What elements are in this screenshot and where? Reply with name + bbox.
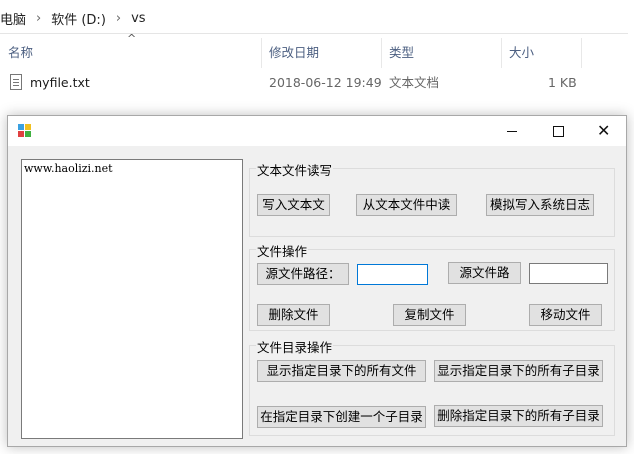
file-name: myfile.txt: [30, 75, 90, 90]
dest-path-button[interactable]: 源文件路: [448, 262, 521, 284]
file-size: 1 KB: [548, 75, 577, 90]
group-dir-ops: 文件目录操作 显示指定目录下的所有文件 显示指定目录下的所有子目录 在指定目录下…: [249, 337, 615, 436]
column-header-name[interactable]: 名称: [0, 38, 260, 68]
group-text-file: 文本文件读写 写入文本文 从文本文件中读 模拟写入系统日志: [249, 160, 615, 237]
breadcrumb-vs[interactable]: vs: [131, 11, 145, 26]
title-bar[interactable]: ✕: [8, 116, 626, 146]
create-subdir-button[interactable]: 在指定目录下创建一个子目录: [257, 406, 426, 428]
app-window: ✕ www.haolizi.net 文本文件读写 写入文本文 从文本文件中读 模…: [7, 115, 627, 447]
group-text-file-title: 文本文件读写: [256, 160, 334, 179]
minimize-icon: [507, 131, 517, 132]
app-icon: [18, 124, 31, 137]
dest-path-input[interactable]: [529, 263, 608, 284]
column-header-type[interactable]: 类型: [381, 38, 501, 68]
textbox-content: www.haolizi.net: [24, 162, 113, 175]
write-text-button[interactable]: 写入文本文: [257, 194, 330, 216]
maximize-button[interactable]: [535, 116, 581, 146]
read-text-button[interactable]: 从文本文件中读: [356, 194, 457, 216]
file-type: 文本文档: [389, 75, 440, 90]
close-button[interactable]: ✕: [581, 116, 627, 146]
breadcrumb-computer[interactable]: 电脑: [0, 9, 26, 28]
source-path-button[interactable]: 源文件路径：: [257, 263, 349, 285]
breadcrumb-drive-d[interactable]: 软件 (D:): [51, 9, 106, 28]
file-modified: 2018-06-12 19:49: [269, 75, 382, 90]
file-row[interactable]: myfile.txt 2018-06-12 19:49 文本文档 1 KB: [0, 70, 634, 96]
copy-file-button[interactable]: 复制文件: [393, 304, 466, 326]
column-header-size[interactable]: 大小: [501, 38, 581, 68]
column-header-modified[interactable]: 修改日期: [261, 38, 381, 68]
column-divider[interactable]: [581, 38, 582, 68]
delete-subdirs-button[interactable]: 删除指定目录下的所有子目录: [434, 405, 603, 427]
write-event-log-button[interactable]: 模拟写入系统日志: [486, 194, 594, 216]
group-file-ops: 文件操作 源文件路径： 源文件路 删除文件 复制文件 移动文件: [249, 241, 615, 331]
text-file-icon: [10, 74, 22, 90]
maximize-icon: [553, 126, 564, 137]
minimize-button[interactable]: [489, 116, 535, 146]
source-path-input[interactable]: [357, 264, 428, 285]
group-dir-ops-title: 文件目录操作: [256, 337, 334, 356]
close-icon: ✕: [597, 121, 611, 140]
list-files-button[interactable]: 显示指定目录下的所有文件: [257, 360, 426, 382]
list-subdirs-button[interactable]: 显示指定目录下的所有子目录: [434, 360, 603, 382]
move-file-button[interactable]: 移动文件: [529, 304, 602, 326]
group-file-ops-title: 文件操作: [256, 241, 309, 260]
column-headers: ^ 名称 修改日期 类型 大小: [0, 32, 634, 68]
content-textbox[interactable]: www.haolizi.net: [21, 159, 243, 439]
chevron-right-icon[interactable]: ›: [116, 11, 121, 26]
address-bar[interactable]: 电脑 › 软件 (D:) › vs: [0, 3, 628, 34]
delete-file-button[interactable]: 删除文件: [257, 304, 330, 326]
chevron-right-icon[interactable]: ›: [36, 11, 41, 26]
